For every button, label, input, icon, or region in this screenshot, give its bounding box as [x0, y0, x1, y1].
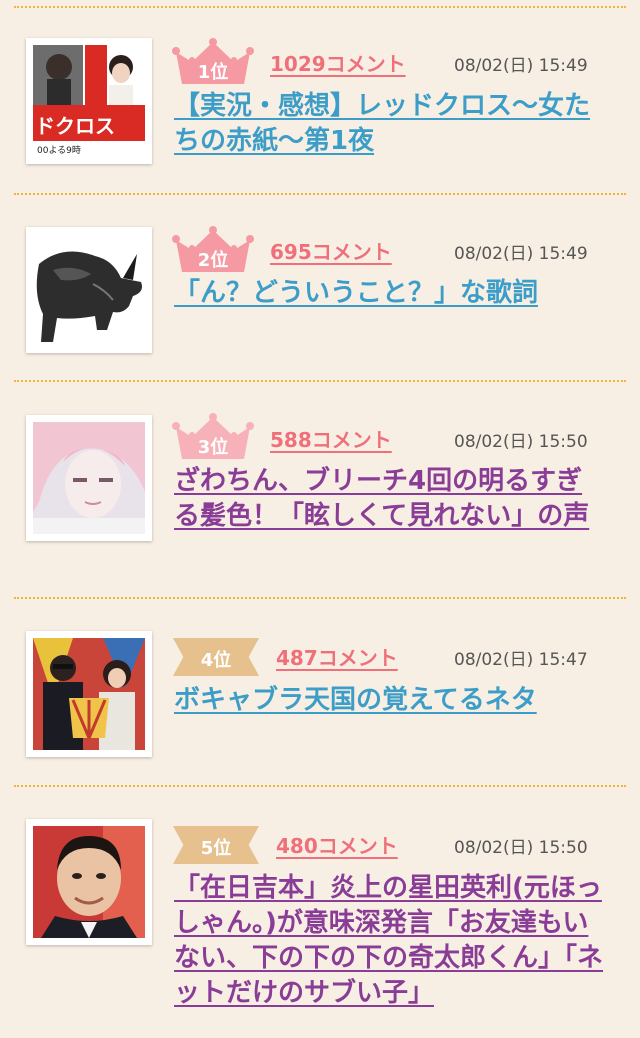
divider	[14, 785, 626, 787]
rank-label: 2位	[197, 250, 229, 271]
comment-count-link[interactable]: 1029コメント	[270, 48, 406, 77]
topic-title-link[interactable]: ざわちん、ブリーチ4回の明るすぎる髪色！「眩しくて見れない」の声	[174, 464, 604, 534]
comment-count-link[interactable]: 588コメント	[270, 424, 392, 453]
person-photo-image	[33, 826, 145, 938]
tv-show-image	[33, 638, 145, 750]
thumbnail[interactable]	[26, 631, 152, 757]
rank-ribbon-badge: 5位	[173, 826, 259, 864]
comment-count-link[interactable]: 695コメント	[270, 236, 392, 265]
topic-title-link[interactable]: 【実況・感想】レッドクロス〜女たちの赤紙〜第1夜	[174, 89, 604, 159]
rank-crown-badge: 2位	[172, 226, 254, 274]
rank-label: 3位	[197, 437, 229, 458]
rank-crown-badge: 3位	[172, 413, 254, 461]
rank-label: 4位	[200, 650, 232, 671]
divider	[14, 597, 626, 599]
rank-ribbon-badge: 4位	[173, 638, 259, 676]
thumbnail[interactable]	[26, 819, 152, 945]
thumbnail[interactable]: ドクロス 00よる9時	[26, 38, 152, 164]
comment-count-link[interactable]: 487コメント	[276, 642, 398, 671]
topic-title-link[interactable]: ボキャブラ天国の覚えてるネタ	[174, 683, 604, 718]
timestamp: 08/02(日) 15:47	[454, 650, 588, 670]
thumbnail[interactable]	[26, 415, 152, 541]
topic-title-link[interactable]: 「在日吉本」炎上の星田英利(元ほっしゃん。)が意味深発言「お友達もいない、下の下…	[174, 871, 604, 1011]
rank-label: 5位	[200, 838, 232, 859]
rank-crown-badge: 1位	[172, 38, 254, 86]
portrait-image	[33, 422, 145, 534]
timestamp: 08/02(日) 15:49	[454, 56, 588, 76]
rank-label: 1位	[197, 62, 229, 83]
divider	[14, 193, 626, 195]
svg-text:00よる9時: 00よる9時	[37, 145, 81, 156]
thumbnail[interactable]	[26, 227, 152, 353]
topic-title-link[interactable]: 「ん？どういうこと？」な歌詞	[174, 276, 604, 311]
timestamp: 08/02(日) 15:50	[454, 432, 588, 452]
comment-count-link[interactable]: 480コメント	[276, 830, 398, 859]
svg-text:ドクロス: ドクロス	[35, 114, 115, 138]
rhinoceros-image	[33, 234, 145, 346]
divider	[14, 380, 626, 382]
timestamp: 08/02(日) 15:50	[454, 838, 588, 858]
timestamp: 08/02(日) 15:49	[454, 244, 588, 264]
drama-poster-image: ドクロス 00よる9時	[33, 45, 145, 157]
ranking-list: ドクロス 00よる9時 1位 1029コメント 08/02(日) 15:49 【…	[0, 0, 640, 1038]
divider	[14, 6, 626, 8]
